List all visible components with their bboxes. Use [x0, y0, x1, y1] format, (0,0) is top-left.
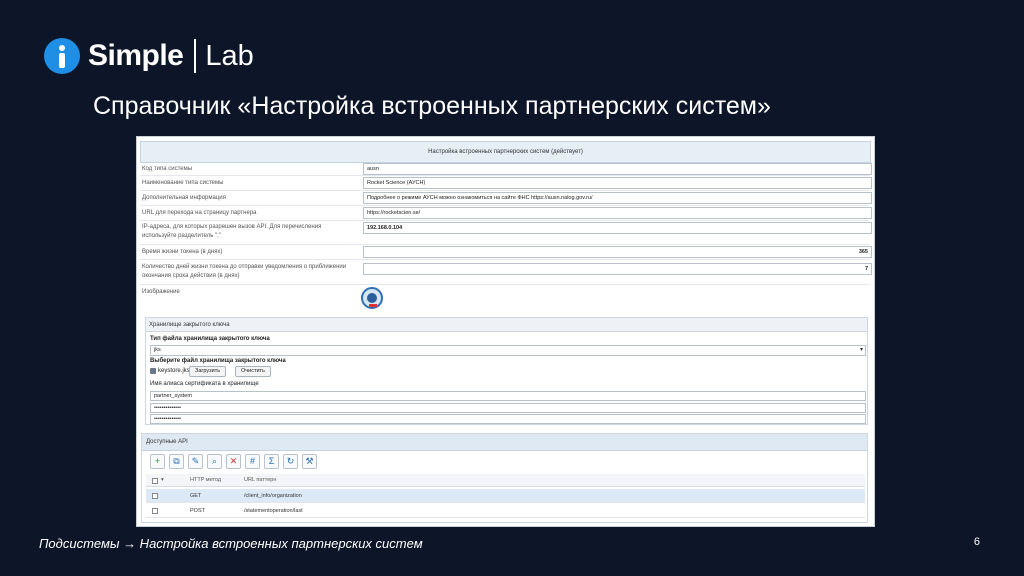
keystore-file: keystore.jks: [150, 368, 190, 374]
refresh-icon[interactable]: ↻: [283, 454, 298, 469]
keystore-file-name: keystore.jks: [158, 368, 190, 374]
upload-button[interactable]: Загрузить: [189, 366, 227, 377]
form-header: Настройка встроенных партнерских систем …: [140, 141, 871, 163]
select-all-checkbox[interactable]: [152, 478, 158, 484]
field-row-type-code: Код типа системы ausn: [140, 162, 872, 176]
password-confirm-input[interactable]: ••••••••••••••: [150, 414, 866, 424]
field-label: Дополнительная информация: [142, 195, 226, 201]
alias-input[interactable]: partner_system: [150, 391, 866, 401]
logo-i-icon: [44, 38, 80, 74]
table-row[interactable]: GET /client_info/organization: [146, 489, 865, 503]
add-icon[interactable]: +: [150, 454, 165, 469]
row-url: /client_info/organization: [244, 493, 302, 499]
notify-days-input[interactable]: 7: [363, 263, 872, 275]
type-name-input[interactable]: Rocket Science (АУСН): [363, 177, 872, 189]
api-panel: Доступные API + ⧉ ✎ ⌕ ✕ # Σ ↻ ⚒ ▾ HTTP м…: [141, 433, 868, 523]
delete-icon[interactable]: ✕: [226, 454, 241, 469]
keystore-panel: Хранилище закрытого ключа Тип файла хран…: [145, 317, 868, 425]
chevron-down-icon: ▾: [859, 347, 863, 353]
field-row-ip: IP-адреса, для которых разрешен вызов AP…: [140, 221, 872, 245]
column-url[interactable]: URL паттерн: [244, 474, 276, 487]
emblem-image[interactable]: [361, 287, 383, 309]
row-method: POST: [190, 508, 205, 514]
breadcrumb: Подсистемы → Настройка встроенных партне…: [39, 536, 423, 551]
token-life-input[interactable]: 365: [363, 246, 872, 258]
edit-icon[interactable]: ✎: [188, 454, 203, 469]
field-row-type-name: Наименование типа системы Rocket Science…: [140, 176, 872, 191]
partner-url-input[interactable]: https://rocketscien.se/: [363, 207, 872, 219]
keystore-type-select[interactable]: jks ▾: [150, 345, 866, 356]
settings-screenshot: Настройка встроенных партнерских систем …: [136, 136, 875, 527]
view-icon[interactable]: ⌕: [207, 454, 222, 469]
slide-title: Справочник «Настройка встроенных партнер…: [93, 92, 771, 120]
api-table-header: ▾ HTTP метод URL паттерн: [146, 474, 865, 487]
field-label: Время жизни токена (в днях): [142, 249, 223, 255]
clear-button[interactable]: Очистить: [235, 366, 271, 377]
field-row-token-life: Время жизни токена (в днях) 365: [140, 245, 872, 260]
logo: Simple Lab: [44, 36, 254, 76]
field-label: Количество дней жизни токена до отправки…: [142, 264, 347, 279]
alias-label: Имя алиаса сертификата в хранилище: [150, 381, 259, 387]
field-row-notify-days: Количество дней жизни токена до отправки…: [140, 260, 872, 285]
type-code-input[interactable]: ausn: [363, 163, 872, 175]
copy-icon[interactable]: ⧉: [169, 454, 184, 469]
ip-input[interactable]: 192.168.0.104: [363, 222, 872, 234]
settings-icon[interactable]: ⚒: [302, 454, 317, 469]
sum-icon[interactable]: Σ: [264, 454, 279, 469]
row-method: GET: [190, 493, 202, 499]
keystore-type-label: Тип файла хранилища закрытого ключа: [150, 336, 270, 342]
row-checkbox[interactable]: [152, 493, 158, 499]
keystore-title: Хранилище закрытого ключа: [146, 318, 867, 332]
field-label: URL для перехода на страницу партнера: [142, 210, 257, 216]
field-label: Наименование типа системы: [142, 180, 224, 186]
page-number: 6: [973, 536, 980, 548]
table-row[interactable]: POST /statementoperation/last: [146, 504, 865, 518]
field-label: IP-адреса, для которых разрешен вызов AP…: [142, 224, 322, 239]
password-input[interactable]: ••••••••••••••: [150, 403, 866, 413]
info-input[interactable]: Подробнее о режиме АУСН можно ознакомить…: [363, 192, 872, 204]
row-url: /statementoperation/last: [244, 508, 303, 514]
row-checkbox[interactable]: [152, 508, 158, 514]
number-icon[interactable]: #: [245, 454, 260, 469]
field-label: Изображение: [142, 289, 180, 295]
keystore-type-value: jks: [154, 347, 161, 353]
api-toolbar: + ⧉ ✎ ⌕ ✕ # Σ ↻ ⚒: [150, 454, 317, 469]
column-method[interactable]: HTTP метод: [190, 474, 221, 487]
file-icon: [150, 368, 156, 374]
field-label: Код типа системы: [142, 166, 193, 172]
keystore-file-label: Выберите файл хранилища закрытого ключа: [150, 358, 286, 364]
field-row-url: URL для перехода на страницу партнера ht…: [140, 206, 872, 221]
field-row-image: Изображение: [140, 285, 869, 313]
logo-simple-text: Simple: [88, 39, 184, 72]
chevron-down-icon[interactable]: ▾: [161, 474, 164, 487]
logo-lab-text: Lab: [205, 39, 254, 72]
logo-divider: [194, 39, 197, 73]
api-title: Доступные API: [142, 434, 867, 451]
field-row-info: Дополнительная информация Подробнее о ре…: [140, 191, 872, 206]
